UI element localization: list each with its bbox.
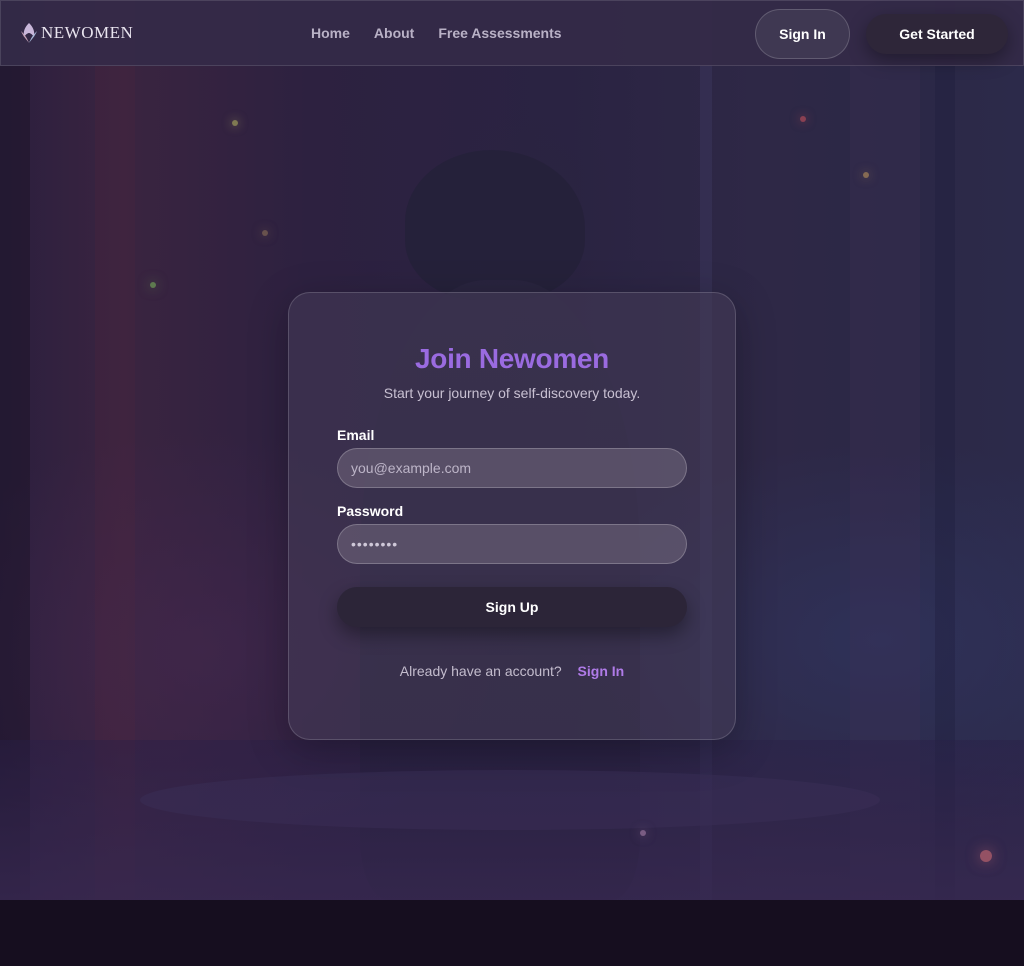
email-field[interactable] [337,448,687,488]
sparkle [262,230,268,236]
password-field[interactable] [337,524,687,564]
sparkle [800,116,806,122]
sign-up-button[interactable]: Sign Up [337,587,687,627]
top-navbar: NEWOMEN Home About Free Assessments Sign… [0,0,1024,66]
main-nav: Home About Free Assessments [311,25,562,41]
sparkle [980,850,992,862]
lotus-logo-icon [19,21,39,45]
email-label: Email [337,427,375,443]
password-label: Password [337,503,404,519]
signup-subtitle: Start your journey of self-discovery tod… [383,385,641,401]
footer-band [0,900,1024,966]
meditating-woman-silhouette [405,150,585,300]
brand-logo[interactable]: NEWOMEN [19,21,133,45]
sign-in-link[interactable]: Sign In [578,663,625,679]
floor [0,740,1024,900]
nav-link-about[interactable]: About [374,25,414,41]
signup-title: Join Newomen [415,343,609,374]
nav-link-home[interactable]: Home [311,25,350,41]
nav-link-free-assessments[interactable]: Free Assessments [438,25,561,41]
account-prompt-row: Already have an account? Sign In [289,663,735,679]
signup-card: Join Newomen Start your journey of self-… [288,292,736,740]
sparkle [232,120,238,126]
sparkle [863,172,869,178]
get-started-button[interactable]: Get Started [866,14,1008,54]
nav-sign-in-button[interactable]: Sign In [755,9,850,59]
sparkle [640,830,646,836]
account-prompt-text: Already have an account? [399,663,562,679]
brand-logo-text: NEWOMEN [41,23,134,42]
sparkle [150,282,156,288]
